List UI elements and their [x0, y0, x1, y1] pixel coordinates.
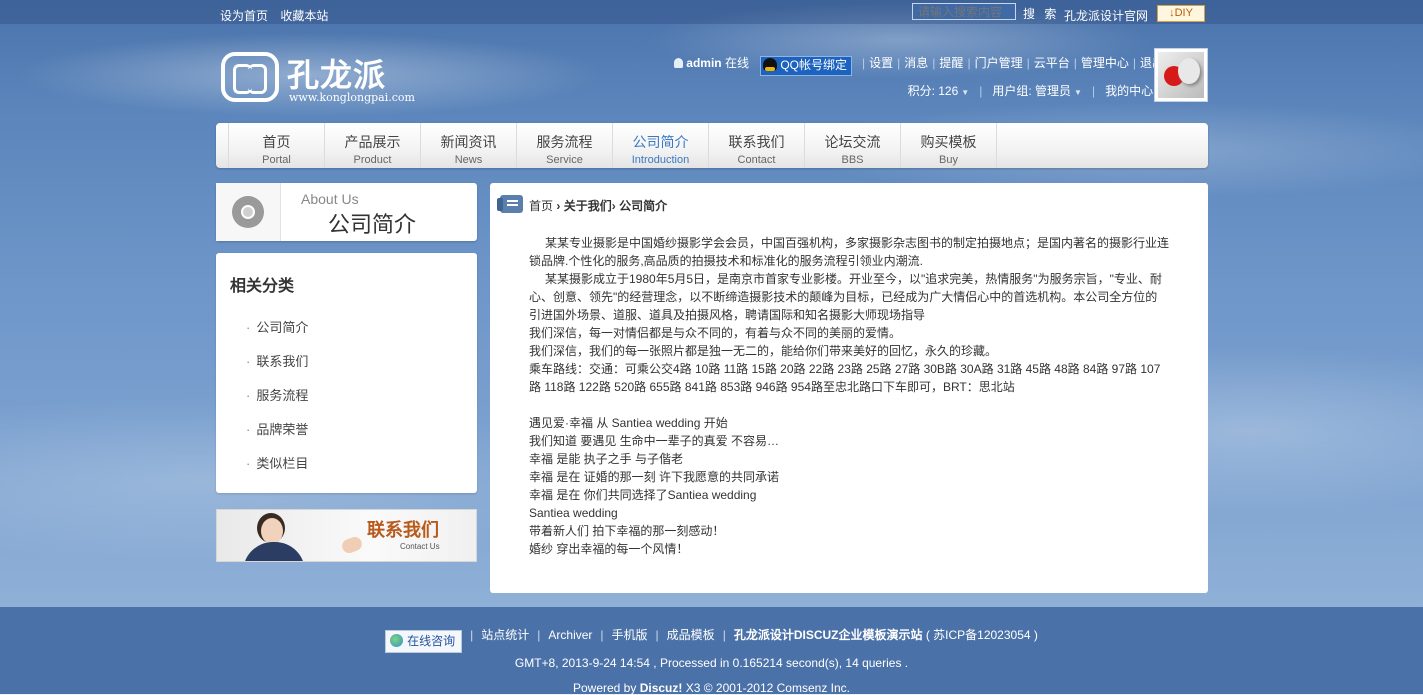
footer-stats: GMT+8, 2013-9-24 14:54 , Processed in 0.… [514, 656, 909, 670]
top-bar [0, 0, 1423, 24]
qq-icon [763, 58, 778, 71]
poem-line: 幸福 是在 证婚的那一刻 许下我愿意的共同承诺 [529, 470, 780, 484]
category-item-service[interactable]: · 服务流程 [246, 385, 308, 404]
footer-links: 在线咨询 | 站点统计 | Archiver | 手机版 | 成品模板 | 孔龙派设计DISCUZ企… [0, 626, 1423, 653]
caret-down-icon: ▼ [961, 88, 970, 97]
user-links: admin 在线 QQ帐号绑定 | 设置 | 消息 | 提醒 | 门户管理 | 云平台 | 管理中心 | 退… [674, 54, 1164, 76]
discuz-link[interactable]: Discuz! [640, 681, 683, 695]
article-paragraph: 某某摄影成立于1980年5月5日，是南京市首家专业影楼。开业至今，以"追求完美，… [529, 272, 1162, 322]
nav-item-introduction[interactable]: 公司简介 Introduction [613, 123, 709, 168]
mobile-link[interactable]: 手机版 [612, 628, 648, 642]
caret-down-icon: ▼ [1074, 88, 1082, 97]
content-panel: 首页 › 关于我们› 公司简介 某某专业摄影是中国婚纱摄影学会会员，中国百强机构… [490, 183, 1208, 593]
circle-badge-icon [232, 196, 264, 228]
category-item-honor[interactable]: · 品牌荣誉 [246, 419, 308, 438]
nav-item-product[interactable]: 产品展示 Product [325, 123, 421, 168]
article-body: 某某专业摄影是中国婚纱摄影学会会员，中国百强机构，多家摄影杂志图书的制定拍摄地点… [529, 234, 1169, 558]
settings-link[interactable]: 设置 [869, 56, 893, 70]
breadcrumb-icon [497, 195, 523, 213]
contact-banner-subtitle: Contact Us [400, 542, 440, 551]
footer-powered: Powered by Discuz! X3 © 2001-2012 Comsen… [572, 681, 851, 695]
breadcrumb-current: 公司简介 [619, 199, 668, 213]
poem-line: 带着新人们 拍下幸福的那一刻感动！ [529, 524, 725, 538]
poem-line: Santiea wedding [529, 506, 618, 520]
site-stats-link[interactable]: 站点统计 [481, 628, 529, 642]
article-line: 我们深信，我们的每一张照片都是独一无二的，能给你们带来美好的回忆，永久的珍藏。 [529, 344, 998, 358]
nav-item-buy[interactable]: 购买模板 Buy [901, 123, 997, 168]
nav-item-news[interactable]: 新闻资讯 News [421, 123, 517, 168]
nav-item-contact[interactable]: 联系我们 Contact [709, 123, 805, 168]
bookmark-link[interactable]: 收藏本站 [280, 9, 328, 23]
logo-name: 孔龙派 [287, 56, 387, 94]
about-us-en: About Us [301, 191, 359, 207]
contact-banner-title: 联系我们 [367, 520, 439, 540]
username[interactable]: admin [686, 56, 721, 70]
nav-item-service[interactable]: 服务流程 Service [517, 123, 613, 168]
poem-line: 婚纱 穿出幸福的每一个风情！ [529, 542, 689, 556]
article-line: 乘车路线：交通：可乘公交4路 10路 11路 15路 20路 22路 23路 2… [529, 362, 1161, 394]
footer-site-name[interactable]: 孔龙派设计DISCUZ企业模板演示站 [734, 628, 923, 642]
logo-url: www.konglongpai.com [289, 91, 415, 104]
templates-link[interactable]: 成品模板 [667, 628, 715, 642]
avatar[interactable] [1154, 48, 1208, 102]
messages-link[interactable]: 消息 [904, 56, 928, 70]
category-item-contact[interactable]: · 联系我们 [246, 351, 308, 370]
article-paragraph: 某某专业摄影是中国婚纱摄影学会会员，中国百强机构，多家摄影杂志图书的制定拍摄地点… [529, 236, 1170, 268]
category-item-intro[interactable]: · 公司简介 [246, 317, 308, 336]
about-us-header: About Us 公司简介 [216, 183, 477, 241]
admin-center-link[interactable]: 管理中心 [1081, 56, 1129, 70]
archiver-link[interactable]: Archiver [548, 628, 592, 642]
set-homepage-link[interactable]: 设为首页 [220, 9, 268, 23]
search-button[interactable]: 搜 索 [1023, 5, 1059, 22]
contact-us-banner[interactable]: 联系我们 Contact Us [216, 509, 477, 562]
portal-admin-link[interactable]: 门户管理 [975, 56, 1023, 70]
points-menu[interactable]: 积分: 126 ▼ [908, 84, 970, 98]
category-box: 相关分类 · 公司简介 · 联系我们 · 服务流程 · 品牌荣誉 · 类似栏目 [216, 253, 477, 493]
main-nav: 首页 Portal 产品展示 Product 新闻资讯 News 服务流程 Servic… [216, 123, 1208, 168]
site-logo[interactable]: 孔龙派 www.konglongpai.com [221, 50, 431, 106]
notifications-link[interactable]: 提醒 [939, 56, 963, 70]
globe-icon [390, 634, 404, 647]
about-us-cn: 公司简介 [328, 212, 417, 237]
footer: 在线咨询 | 站点统计 | Archiver | 手机版 | 成品模板 | 孔龙派设计DISCUZ企… [0, 607, 1423, 695]
article-line: 我们深信，每一对情侣都是与众不同的，有着与众不同的美丽的爱情。 [529, 326, 902, 340]
top-links: 设为首页 收藏本站 [220, 7, 337, 24]
category-title: 相关分类 [230, 278, 295, 295]
logo-mark-icon [221, 52, 279, 102]
avatar-image [1158, 52, 1204, 98]
breadcrumb-section[interactable]: 关于我们 [564, 199, 612, 213]
qq-bind-button[interactable]: QQ帐号绑定 [760, 56, 853, 76]
category-item-similar[interactable]: · 类似栏目 [246, 453, 308, 472]
poem-line: 幸福 是能 执子之手 与子偕老 [529, 452, 684, 466]
poem-line: 我们知道 要遇见 生命中一辈子的真爱 不容易… [529, 434, 780, 448]
official-site-link[interactable]: 孔龙派设计官网 [1064, 7, 1148, 24]
usergroup-menu[interactable]: 用户组: 管理员 ▼ [992, 84, 1082, 98]
search-input[interactable] [912, 3, 1016, 20]
online-consult-button[interactable]: 在线咨询 [385, 630, 463, 653]
online-status: 在线 [724, 56, 749, 70]
cloud-platform-link[interactable]: 云平台 [1034, 56, 1070, 70]
breadcrumb: 首页 › 关于我们› 公司简介 [529, 199, 668, 213]
icp-link[interactable]: ( 苏ICP备12023054 ) [926, 628, 1038, 642]
user-info-row: 积分: 126▼|用户组: 管理员▼|我的中心▼ [908, 82, 1164, 99]
poem-line: 幸福 是在 你们共同选择了Santiea wedding [529, 488, 757, 502]
nav-item-bbs[interactable]: 论坛交流 BBS [805, 123, 901, 168]
user-icon [674, 58, 684, 68]
nav-item-portal[interactable]: 首页 Portal [229, 123, 325, 168]
diy-button[interactable]: ↓DIY [1157, 5, 1205, 22]
poem-line: 遇见爱·幸福 从 Santiea wedding 开始 [529, 416, 728, 430]
breadcrumb-home[interactable]: 首页 [529, 199, 553, 213]
